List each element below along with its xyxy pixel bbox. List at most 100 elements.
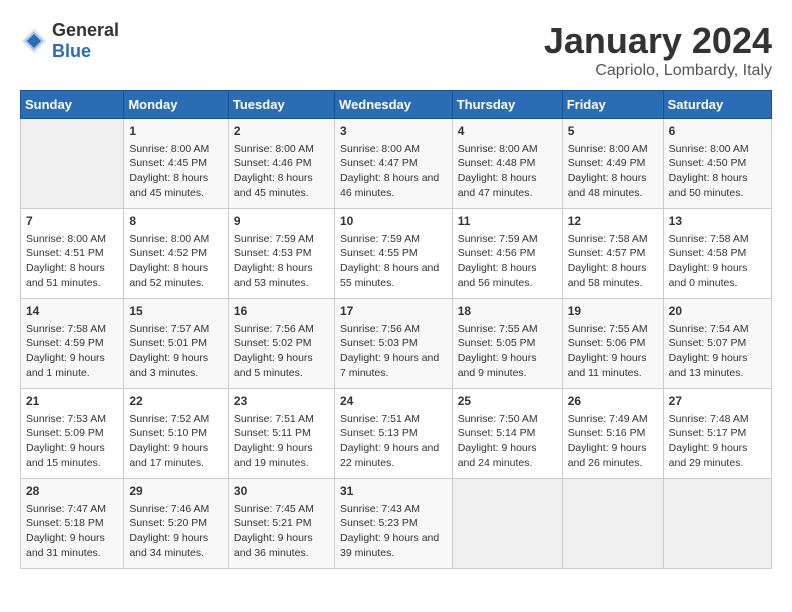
- day-number: 1: [129, 123, 223, 140]
- calendar-cell: 11Sunrise: 7:59 AMSunset: 4:56 PMDayligh…: [452, 209, 562, 299]
- day-number: 31: [340, 483, 447, 500]
- sunrise-text: Sunrise: 7:45 AM: [234, 502, 329, 517]
- day-number: 21: [26, 393, 118, 410]
- sunset-text: Sunset: 5:10 PM: [129, 426, 223, 441]
- logo-text: General Blue: [52, 20, 119, 62]
- daylight-text: Daylight: 8 hours and 55 minutes.: [340, 261, 447, 290]
- sunset-text: Sunset: 5:18 PM: [26, 516, 118, 531]
- sunset-text: Sunset: 5:01 PM: [129, 336, 223, 351]
- sunrise-text: Sunrise: 7:59 AM: [340, 232, 447, 247]
- calendar-cell: 6 Sunrise: 8:00 AMSunset: 4:50 PMDaylight…: [663, 119, 771, 209]
- daylight-text: Daylight: 8 hours and 58 minutes.: [568, 261, 658, 290]
- day-number: 23: [234, 393, 329, 410]
- col-saturday: Saturday: [663, 91, 771, 119]
- sunset-text: Sunset: 4:49 PM: [568, 156, 658, 171]
- calendar-cell: 22Sunrise: 7:52 AMSunset: 5:10 PMDayligh…: [124, 389, 229, 479]
- sunset-text: Sunset: 5:16 PM: [568, 426, 658, 441]
- sunset-text: Sunset: 4:59 PM: [26, 336, 118, 351]
- calendar-cell: 20Sunrise: 7:54 AMSunset: 5:07 PMDayligh…: [663, 299, 771, 389]
- sunrise-text: Sunrise: 7:47 AM: [26, 502, 118, 517]
- calendar-cell: [452, 479, 562, 569]
- sunset-text: Sunset: 4:46 PM: [234, 156, 329, 171]
- daylight-text: Daylight: 9 hours and 19 minutes.: [234, 441, 329, 470]
- sunset-text: Sunset: 4:53 PM: [234, 246, 329, 261]
- sunrise-text: Sunrise: 8:00 AM: [340, 142, 447, 157]
- day-number: 29: [129, 483, 223, 500]
- sunrise-text: Sunrise: 7:54 AM: [669, 322, 766, 337]
- daylight-text: Daylight: 9 hours and 5 minutes.: [234, 351, 329, 380]
- day-number: 20: [669, 303, 766, 320]
- daylight-text: Daylight: 9 hours and 34 minutes.: [129, 531, 223, 560]
- calendar-cell: 1Sunrise: 8:00 AMSunset: 4:45 PMDaylight…: [124, 119, 229, 209]
- day-number: 7: [26, 213, 118, 230]
- calendar-cell: 13Sunrise: 7:58 AMSunset: 4:58 PMDayligh…: [663, 209, 771, 299]
- sunrise-text: Sunrise: 7:46 AM: [129, 502, 223, 517]
- sunrise-text: Sunrise: 7:52 AM: [129, 412, 223, 427]
- sunset-text: Sunset: 5:06 PM: [568, 336, 658, 351]
- daylight-text: Daylight: 8 hours and 53 minutes.: [234, 261, 329, 290]
- location-title: Capriolo, Lombardy, Italy: [544, 62, 772, 80]
- day-number: 17: [340, 303, 447, 320]
- day-number: 9: [234, 213, 329, 230]
- calendar-cell: 3Sunrise: 8:00 AMSunset: 4:47 PMDaylight…: [334, 119, 452, 209]
- day-number: 22: [129, 393, 223, 410]
- day-number: 4: [458, 123, 557, 140]
- sunset-text: Sunset: 5:11 PM: [234, 426, 329, 441]
- sunset-text: Sunset: 5:13 PM: [340, 426, 447, 441]
- calendar-cell: [21, 119, 124, 209]
- day-number: 6: [669, 123, 766, 140]
- day-number: 25: [458, 393, 557, 410]
- daylight-text: Daylight: 9 hours and 3 minutes.: [129, 351, 223, 380]
- calendar-week-3: 14Sunrise: 7:58 AMSunset: 4:59 PMDayligh…: [21, 299, 772, 389]
- day-number: 16: [234, 303, 329, 320]
- sunset-text: Sunset: 4:50 PM: [669, 156, 766, 171]
- day-number: 11: [458, 213, 557, 230]
- sunset-text: Sunset: 5:21 PM: [234, 516, 329, 531]
- sunset-text: Sunset: 5:14 PM: [458, 426, 557, 441]
- sunset-text: Sunset: 4:55 PM: [340, 246, 447, 261]
- daylight-text: Daylight: 9 hours and 26 minutes.: [568, 441, 658, 470]
- calendar-cell: 26Sunrise: 7:49 AMSunset: 5:16 PMDayligh…: [562, 389, 663, 479]
- col-friday: Friday: [562, 91, 663, 119]
- sunrise-text: Sunrise: 7:58 AM: [669, 232, 766, 247]
- sunrise-text: Sunrise: 7:51 AM: [234, 412, 329, 427]
- calendar-week-2: 7Sunrise: 8:00 AMSunset: 4:51 PMDaylight…: [21, 209, 772, 299]
- calendar-week-1: 1Sunrise: 8:00 AMSunset: 4:45 PMDaylight…: [21, 119, 772, 209]
- calendar-cell: 31Sunrise: 7:43 AMSunset: 5:23 PMDayligh…: [334, 479, 452, 569]
- daylight-text: Daylight: 8 hours and 48 minutes.: [568, 171, 658, 200]
- calendar-table: Sunday Monday Tuesday Wednesday Thursday…: [20, 90, 772, 569]
- daylight-text: Daylight: 9 hours and 1 minute.: [26, 351, 118, 380]
- daylight-text: Daylight: 9 hours and 0 minutes.: [669, 261, 766, 290]
- logo-icon: [20, 27, 48, 55]
- calendar-week-5: 28Sunrise: 7:47 AMSunset: 5:18 PMDayligh…: [21, 479, 772, 569]
- daylight-text: Daylight: 8 hours and 50 minutes.: [669, 171, 766, 200]
- calendar-cell: 29Sunrise: 7:46 AMSunset: 5:20 PMDayligh…: [124, 479, 229, 569]
- sunrise-text: Sunrise: 7:51 AM: [340, 412, 447, 427]
- calendar-cell: 15Sunrise: 7:57 AMSunset: 5:01 PMDayligh…: [124, 299, 229, 389]
- daylight-text: Daylight: 8 hours and 47 minutes.: [458, 171, 557, 200]
- col-wednesday: Wednesday: [334, 91, 452, 119]
- sunrise-text: Sunrise: 7:59 AM: [234, 232, 329, 247]
- sunrise-text: Sunrise: 8:00 AM: [669, 142, 766, 157]
- daylight-text: Daylight: 9 hours and 7 minutes.: [340, 351, 447, 380]
- daylight-text: Daylight: 9 hours and 24 minutes.: [458, 441, 557, 470]
- sunrise-text: Sunrise: 7:53 AM: [26, 412, 118, 427]
- calendar-cell: 14Sunrise: 7:58 AMSunset: 4:59 PMDayligh…: [21, 299, 124, 389]
- sunrise-text: Sunrise: 8:00 AM: [568, 142, 658, 157]
- daylight-text: Daylight: 9 hours and 31 minutes.: [26, 531, 118, 560]
- day-number: 3: [340, 123, 447, 140]
- sunset-text: Sunset: 5:03 PM: [340, 336, 447, 351]
- day-number: 10: [340, 213, 447, 230]
- calendar-cell: 23 Sunrise: 7:51 AMSunset: 5:11 PMDayligh…: [228, 389, 334, 479]
- calendar-cell: [663, 479, 771, 569]
- daylight-text: Daylight: 8 hours and 56 minutes.: [458, 261, 557, 290]
- sunset-text: Sunset: 5:09 PM: [26, 426, 118, 441]
- sunset-text: Sunset: 4:58 PM: [669, 246, 766, 261]
- calendar-cell: 9 Sunrise: 7:59 AMSunset: 4:53 PMDaylight…: [228, 209, 334, 299]
- sunrise-text: Sunrise: 8:00 AM: [26, 232, 118, 247]
- sunrise-text: Sunrise: 7:56 AM: [234, 322, 329, 337]
- sunset-text: Sunset: 5:17 PM: [669, 426, 766, 441]
- day-number: 19: [568, 303, 658, 320]
- sunrise-text: Sunrise: 8:00 AM: [234, 142, 329, 157]
- sunset-text: Sunset: 4:56 PM: [458, 246, 557, 261]
